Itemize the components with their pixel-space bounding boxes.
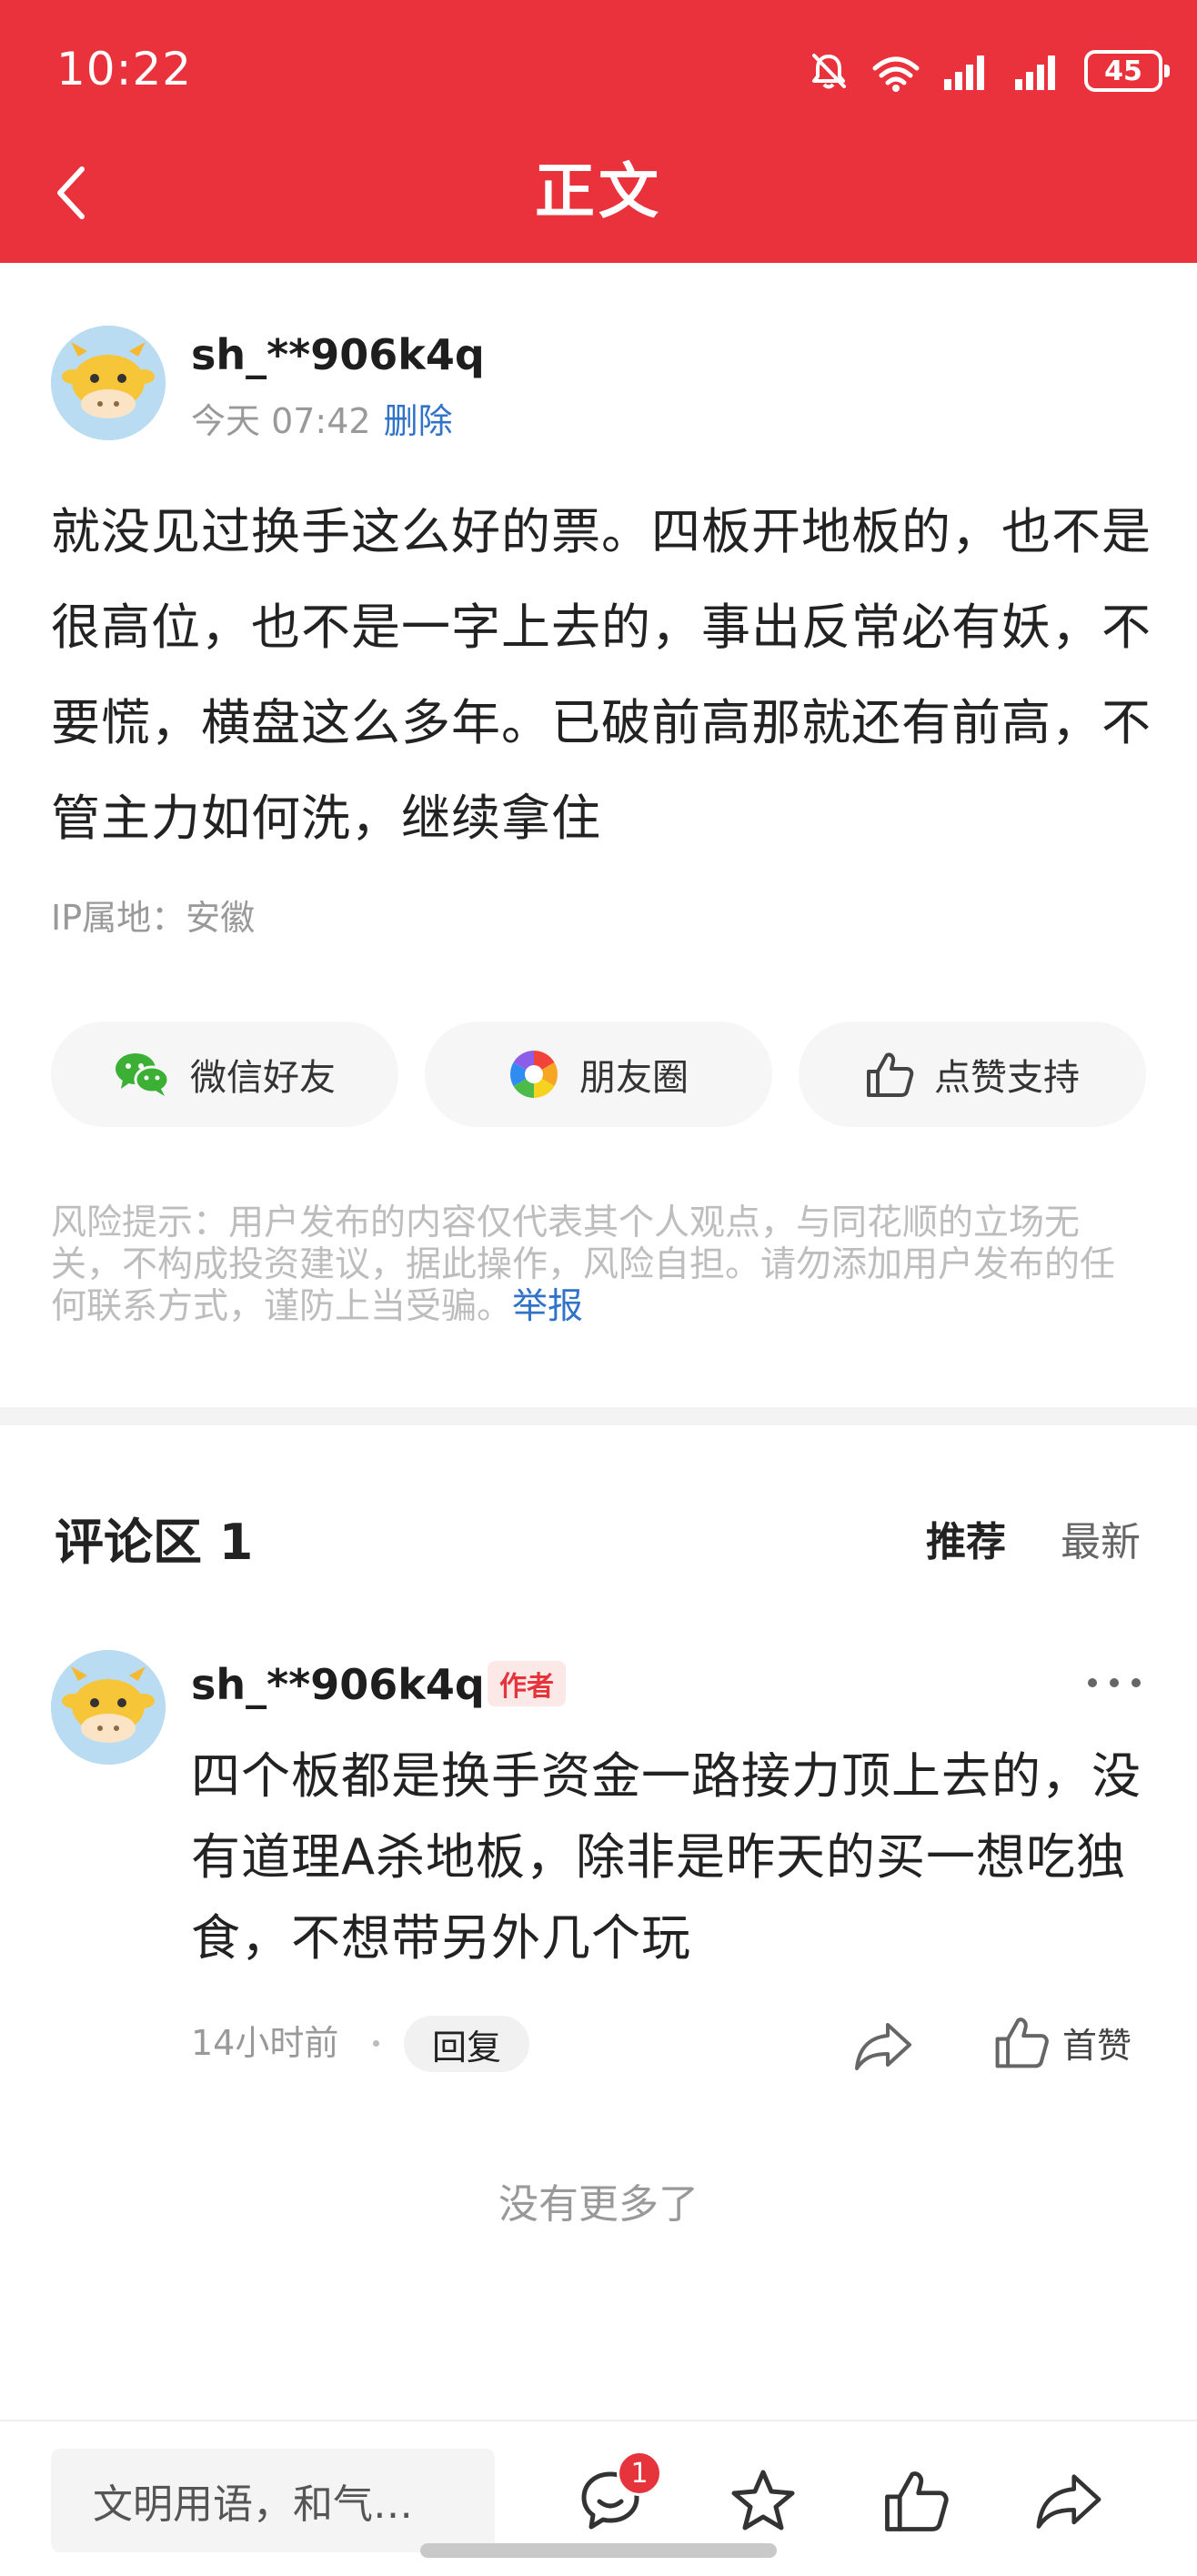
- page-title: 正文: [535, 156, 662, 226]
- separator-dot: [373, 2040, 379, 2047]
- comment-time: 14小时前: [191, 2023, 339, 2063]
- more-options-button[interactable]: [1082, 1665, 1146, 1701]
- share-moments-button[interactable]: 朋友圈: [425, 1021, 772, 1127]
- comment-input[interactable]: 文明用语，和气…: [51, 2449, 495, 2552]
- status-time: 10:22: [56, 43, 193, 96]
- avatar[interactable]: [51, 326, 166, 440]
- post-meta: 今天 07:42 删除: [191, 396, 453, 447]
- app-header: 10:22 45 正文: [0, 0, 1197, 263]
- home-indicator[interactable]: [420, 2543, 777, 2558]
- share-wechat-button[interactable]: 微信好友: [51, 1021, 398, 1127]
- ip-location: IP属地：安徽: [51, 898, 256, 938]
- sort-recommended-tab[interactable]: 推荐: [926, 1514, 1006, 1572]
- like-button[interactable]: [877, 2461, 955, 2540]
- more-dot-icon: [1088, 1678, 1097, 1687]
- thumbs-up-icon: [867, 1052, 914, 1097]
- risk-disclaimer: 风险提示：用户发布的内容仅代表其个人观点，与同花顺的立场无关，不构成投资建议，据…: [51, 1202, 1148, 1328]
- no-more-label: 没有更多了: [498, 2181, 699, 2228]
- comment-share-button[interactable]: [851, 2018, 915, 2074]
- comment-body: 四个板都是换手资金一路接力顶上去的，没有道理A杀地板，除非是昨天的买一想吃独食，…: [191, 1747, 1142, 1967]
- cow-avatar-icon: [51, 1650, 166, 1765]
- mute-icon: [812, 54, 846, 89]
- reply-button[interactable]: 回复: [404, 2016, 529, 2072]
- moments-icon: [510, 1051, 558, 1098]
- status-icons: 45: [808, 44, 1170, 98]
- sort-latest-tab[interactable]: 最新: [1061, 1514, 1141, 1572]
- comment-count-badge: 1: [617, 2450, 662, 2496]
- post-body: 就没见过换手这么好的票。四板开地板的，也不是很高位，也不是一字上去的，事出反常必…: [51, 503, 1152, 847]
- cow-avatar-icon: [51, 326, 166, 440]
- author-badge: 作者: [488, 1661, 566, 1706]
- comments-title: 评论区 1: [55, 1514, 254, 1571]
- signal-icon: [944, 55, 984, 90]
- share-button[interactable]: [1030, 2461, 1108, 2540]
- post-username[interactable]: sh_**906k4q: [191, 327, 485, 382]
- share-arrow-icon: [1036, 2474, 1101, 2529]
- star-icon: [731, 2470, 795, 2531]
- report-link[interactable]: 举报: [512, 1286, 583, 1327]
- comment-avatar[interactable]: [51, 1650, 166, 1765]
- like-support-label: 点赞支持: [934, 1057, 1080, 1099]
- thumbs-up-icon: [995, 2018, 1049, 2068]
- signal-icon: [1015, 55, 1055, 90]
- section-divider: [0, 1407, 1197, 1425]
- favorite-button[interactable]: [724, 2461, 802, 2540]
- thumbs-up-icon: [885, 2471, 949, 2531]
- more-dot-icon: [1110, 1678, 1119, 1687]
- battery-icon: 45: [1084, 50, 1170, 92]
- wifi-icon: [872, 56, 920, 92]
- comment-like-label: 首赞: [1062, 2025, 1132, 2066]
- delete-link[interactable]: 删除: [384, 401, 453, 441]
- comment-like-button[interactable]: 首赞: [993, 2014, 1132, 2070]
- post-time: 今天 07:42: [191, 401, 371, 441]
- share-wechat-label: 微信好友: [190, 1057, 336, 1099]
- wechat-icon: [116, 1053, 170, 1096]
- like-support-button[interactable]: 点赞支持: [799, 1021, 1146, 1127]
- comment-username[interactable]: sh_**906k4q: [191, 1657, 485, 1712]
- share-moments-label: 朋友圈: [579, 1057, 689, 1099]
- battery-level: 45: [1104, 55, 1142, 87]
- share-arrow-icon: [855, 2023, 911, 2070]
- more-dot-icon: [1132, 1678, 1141, 1687]
